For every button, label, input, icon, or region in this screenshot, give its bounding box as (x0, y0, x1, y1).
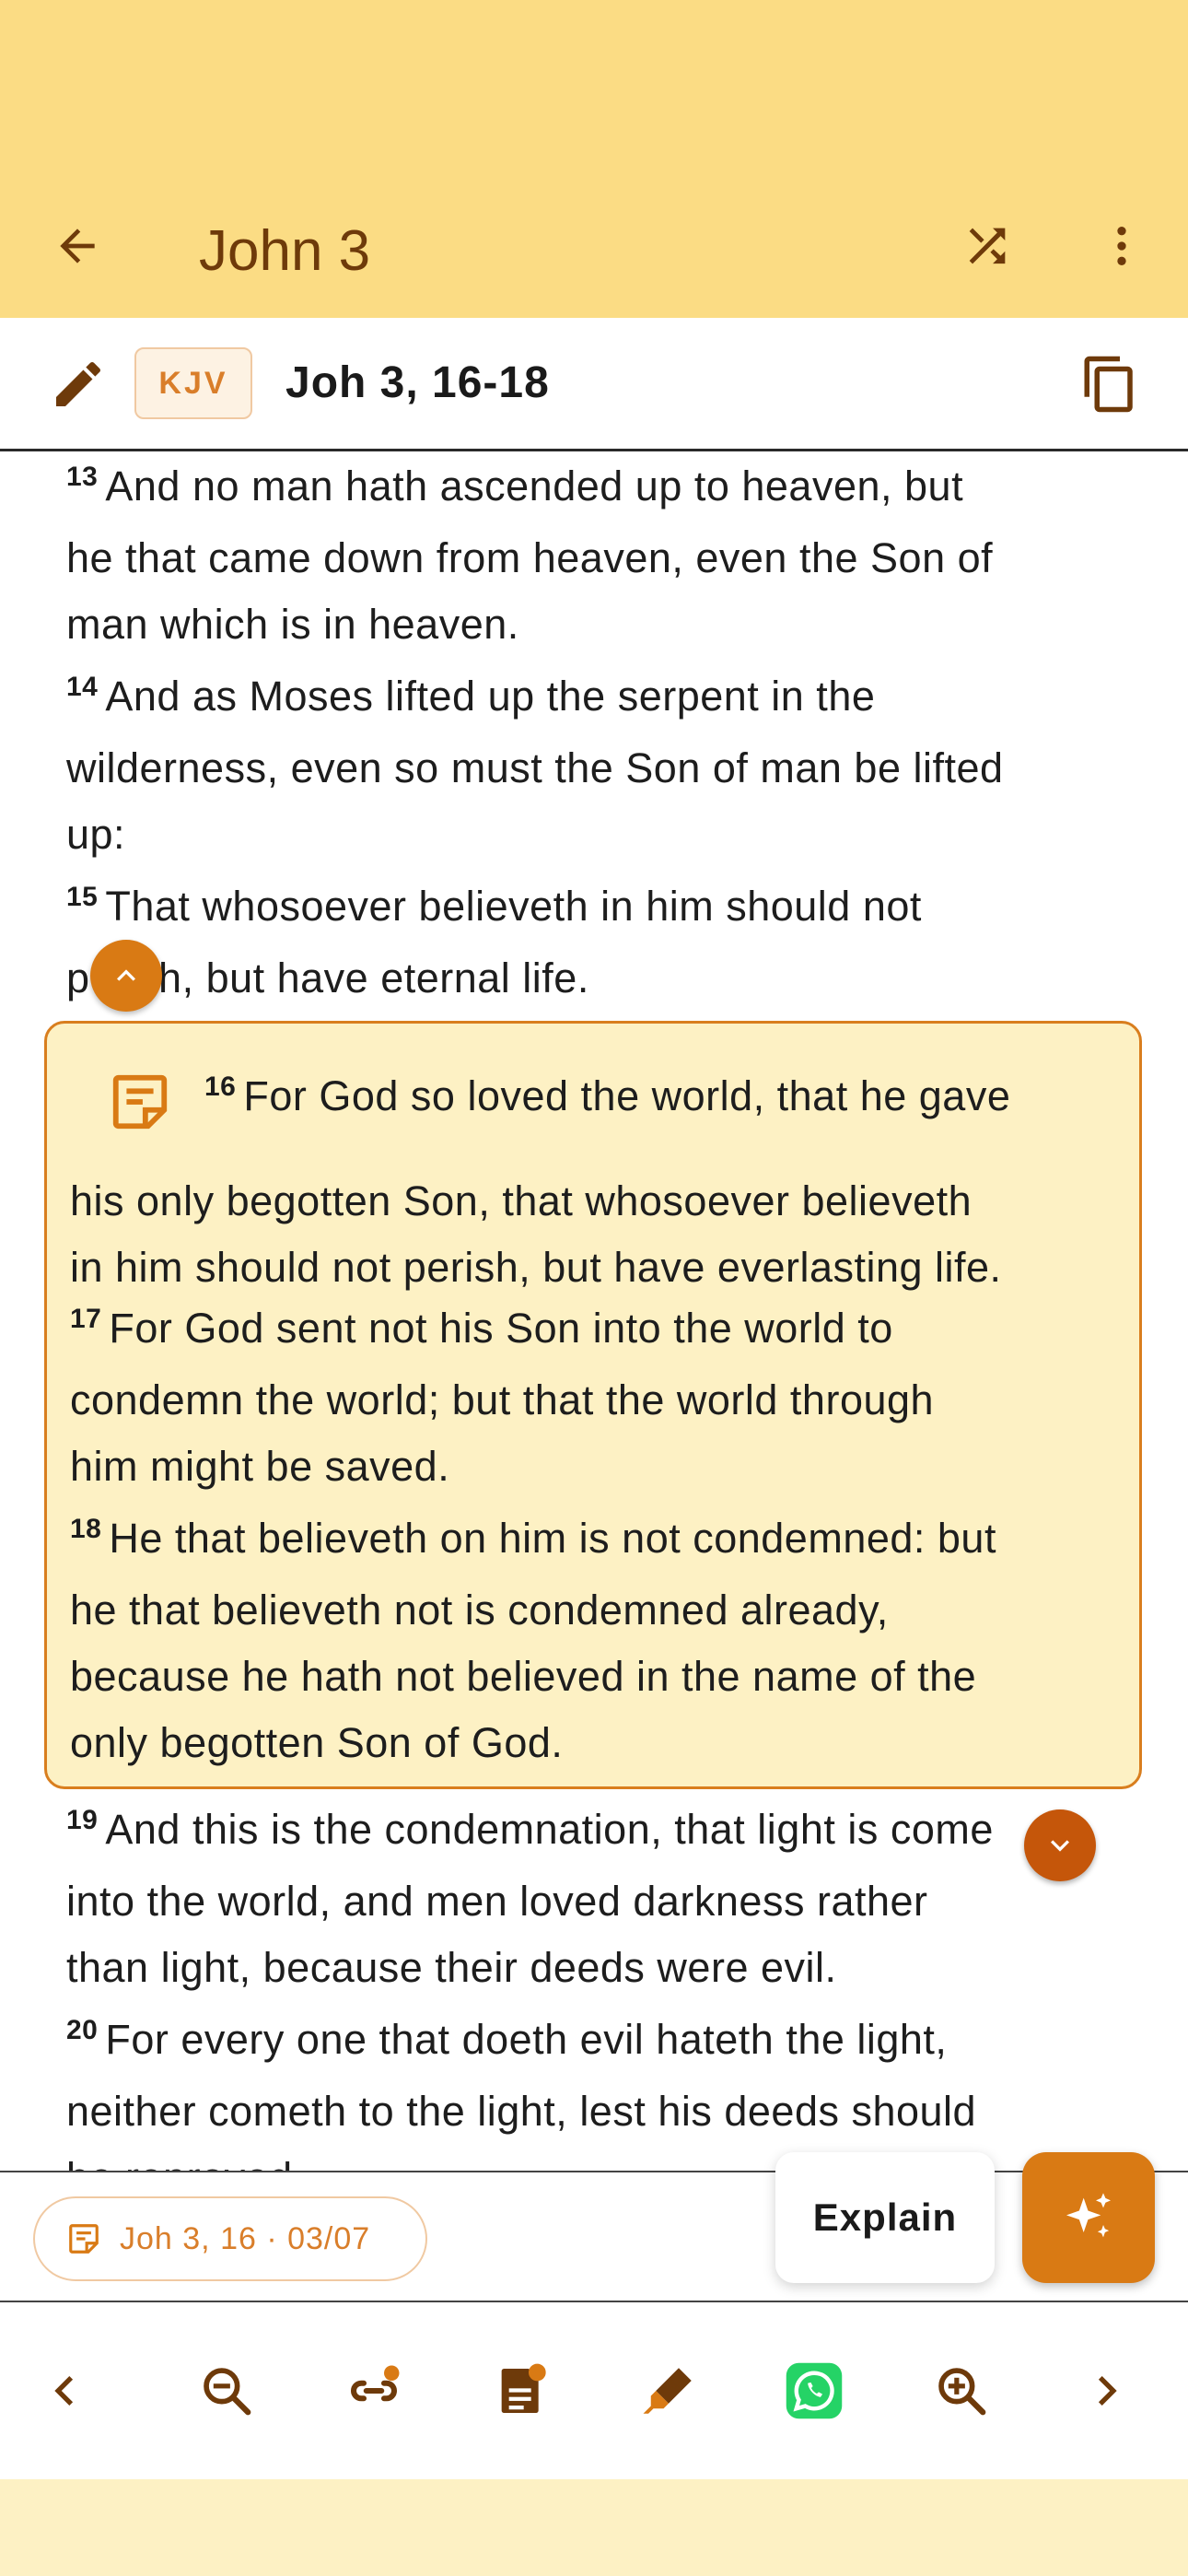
verse-number: 16 (204, 1071, 237, 1102)
verse-16[interactable]: his only begotten Son, that whosoever be… (70, 1168, 1002, 1301)
explain-button[interactable]: Explain (775, 2152, 995, 2283)
bottom-info-bar: Joh 3, 16 · 03/07 (0, 2171, 1188, 2302)
verse-13[interactable]: 13 And no man hath ascended up to heaven,… (66, 453, 993, 658)
verse-number: 19 (66, 1805, 99, 1835)
verse-19[interactable]: 19 And this is the condemnation, that lig… (66, 1797, 994, 2001)
note-icon (69, 2224, 99, 2254)
zoom-in-icon (938, 2368, 986, 2416)
arrow-left-icon (60, 228, 95, 263)
note-icon[interactable] (108, 1070, 172, 1134)
scroll-selection-down-button[interactable] (1024, 1809, 1096, 1881)
pencil-icon (56, 362, 100, 406)
verse-20[interactable]: 20 For every one that doeth evil hateth t… (66, 2007, 976, 2172)
zoom-out-icon (204, 2368, 251, 2416)
gesture-bar-area (0, 2479, 1188, 2576)
more-vert-icon (1117, 227, 1126, 265)
zoom-in-button[interactable] (915, 2345, 1007, 2437)
ai-sparkle-button[interactable] (1022, 2152, 1155, 2283)
verse-18[interactable]: 18 He that believeth on him is not condem… (70, 1505, 996, 1776)
verse-number: 17 (70, 1304, 102, 1334)
status-bar-area (0, 0, 1188, 189)
link-icon (351, 2365, 400, 2402)
more-options-button[interactable] (1085, 209, 1159, 283)
sparkle-icon (1066, 2193, 1111, 2238)
selected-reference: Joh 3, 16-18 (285, 358, 550, 407)
shuffle-button[interactable] (950, 209, 1024, 283)
verse-number: 20 (66, 2015, 99, 2045)
whatsapp-icon (786, 2362, 843, 2419)
verse-14[interactable]: 14 And as Moses lifted up the serpent in … (66, 663, 1004, 868)
highlight-button[interactable] (623, 2345, 715, 2437)
verse-15[interactable]: 15 That whosoever believeth in him should… (66, 873, 922, 1012)
chevron-down-icon (1051, 1840, 1069, 1852)
edit-button[interactable] (37, 347, 120, 421)
previous-chapter-button[interactable] (18, 2345, 111, 2437)
app-bar: John 3 (0, 189, 1188, 318)
highlighter-icon (643, 2368, 692, 2414)
verse-number: 13 (66, 462, 99, 492)
scroll-selection-up-button[interactable] (90, 940, 162, 1012)
shuffle-icon (969, 228, 1006, 264)
chevron-left-icon (54, 2376, 74, 2406)
selection-bar: KJV Joh 3, 16-18 (0, 318, 1188, 451)
notes-button[interactable] (475, 2345, 567, 2437)
verse-16-first-line[interactable]: 16 For God so loved the world, that he ga… (204, 1063, 1010, 1135)
bottom-toolbar (0, 2302, 1188, 2479)
chevron-right-icon (1098, 2376, 1117, 2406)
next-chapter-button[interactable] (1061, 2345, 1153, 2437)
copy-button[interactable] (1068, 345, 1151, 423)
chapter-text[interactable]: 13 And no man hath ascended up to heaven,… (0, 451, 1188, 2172)
verse-number: 18 (70, 1514, 102, 1544)
zoom-out-button[interactable] (181, 2345, 273, 2437)
chevron-up-icon (117, 969, 135, 981)
whatsapp-share-button[interactable] (768, 2345, 860, 2437)
history-chip[interactable]: Joh 3, 16 · 03/07 (33, 2196, 427, 2281)
history-chip-label: Joh 3, 16 · 03/07 (120, 2220, 371, 2256)
chapter-title[interactable]: John 3 (199, 215, 370, 288)
copy-icon (1084, 356, 1133, 413)
version-chip[interactable]: KJV (134, 347, 252, 419)
notes-icon (501, 2363, 546, 2413)
back-button[interactable] (41, 209, 114, 283)
verse-number: 14 (66, 672, 99, 702)
verse-number: 15 (66, 882, 99, 912)
cross-reference-button[interactable] (328, 2345, 420, 2437)
verse-17[interactable]: 17 For God sent not his Son into the worl… (70, 1295, 934, 1500)
